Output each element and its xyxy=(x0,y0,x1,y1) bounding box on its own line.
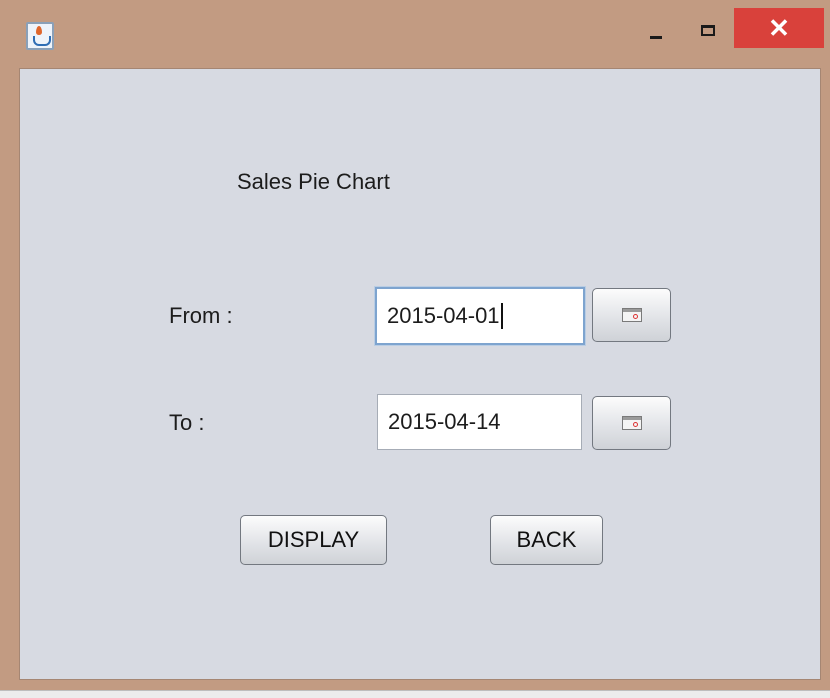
display-button[interactable]: DISPLAY xyxy=(240,515,387,565)
to-label: To : xyxy=(169,410,205,435)
from-date-value: 2015-04-01 xyxy=(387,303,500,328)
from-label: From : xyxy=(169,303,233,328)
desktop: ✕ Sales Pie Chart From : 2015-04-01 To :… xyxy=(0,0,830,698)
to-date-field[interactable]: 2015-04-14 xyxy=(377,394,582,450)
calendar-icon xyxy=(621,416,642,430)
calendar-icon xyxy=(621,308,642,322)
from-calendar-button[interactable] xyxy=(592,288,671,342)
back-button[interactable]: BACK xyxy=(490,515,603,565)
app-window: ✕ Sales Pie Chart From : 2015-04-01 To :… xyxy=(0,0,830,690)
page-title: Sales Pie Chart xyxy=(237,169,390,194)
from-date-field[interactable]: 2015-04-01 xyxy=(375,287,585,345)
title-bar[interactable]: ✕ xyxy=(0,0,830,68)
java-cup-icon[interactable] xyxy=(26,22,54,50)
minimize-icon xyxy=(650,35,662,39)
maximize-icon xyxy=(701,24,715,36)
maximize-button[interactable] xyxy=(688,10,728,50)
close-icon: ✕ xyxy=(768,12,790,43)
client-area: Sales Pie Chart From : 2015-04-01 To : 2… xyxy=(19,68,821,680)
java-flame xyxy=(36,26,42,35)
taskbar-strip xyxy=(0,690,830,698)
close-button[interactable]: ✕ xyxy=(734,8,824,48)
java-cup xyxy=(33,36,51,46)
to-date-value: 2015-04-14 xyxy=(388,409,501,434)
to-calendar-button[interactable] xyxy=(592,396,671,450)
minimize-button[interactable] xyxy=(636,10,676,50)
text-caret xyxy=(500,303,503,329)
